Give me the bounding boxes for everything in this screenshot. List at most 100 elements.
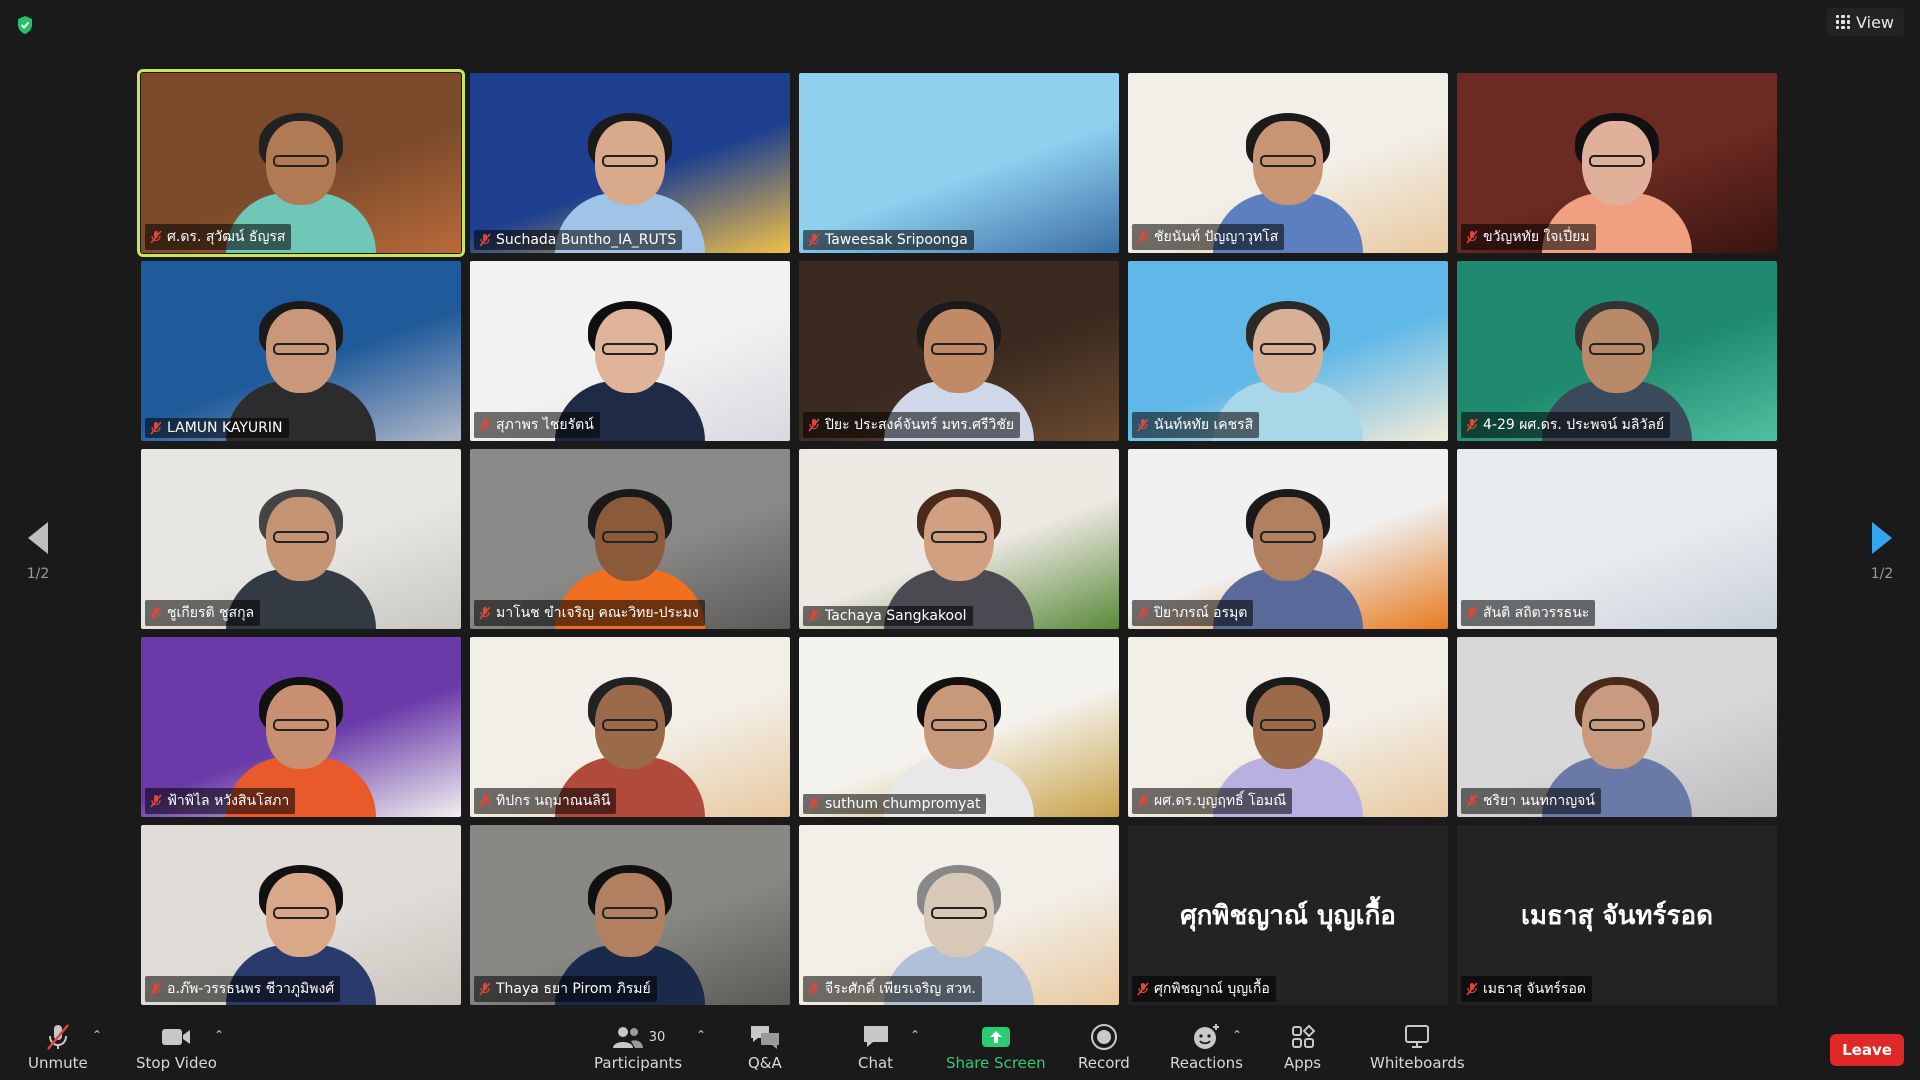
participant-name: ศ.ดร. สุวัฒน์ ธัญรส (167, 229, 286, 245)
participant-tile[interactable]: ปิยาภรณ์ อรมุต (1128, 449, 1448, 629)
view-button[interactable]: View (1826, 8, 1904, 36)
participant-tile[interactable]: LAMUN KAYURIN (141, 261, 461, 441)
zoom-meeting-window: View 1/2 1/2 ศ.ดร. สุวัฒน์ ธัญรส Suchada … (0, 0, 1920, 1080)
participant-name: Tachaya Sangkakool (825, 608, 967, 624)
participant-name-label: นันท์หทัย เคชรสิ (1132, 412, 1260, 438)
muted-mic-icon (1465, 982, 1479, 996)
participant-tile[interactable]: ชูเกียรติ ชูสกุล (141, 449, 461, 629)
participant-name: Taweesak Sripoonga (825, 232, 968, 248)
leave-button[interactable]: Leave (1830, 1034, 1904, 1066)
participant-name: จีระศักดิ์ เพียรเจริญ สวท. (825, 981, 976, 997)
participant-name-label: อ.ภ๊พ-วรรธนพร ชีวาภูมิพงศ์ (145, 976, 341, 1002)
participant-name-label: LAMUN KAYURIN (145, 418, 289, 438)
participant-tile[interactable]: จีระศักดิ์ เพียรเจริญ สวท. (799, 825, 1119, 1005)
muted-mic-icon (478, 606, 492, 620)
participant-tile[interactable]: เมธาสุ จันทร์รอด เมธาสุ จันทร์รอด (1457, 825, 1777, 1005)
participant-tile[interactable]: ชัยนันท์ ปัญญาวุทโส (1128, 73, 1448, 253)
share-screen-button[interactable]: Share Screen (946, 1022, 1046, 1072)
participant-name-label: ชัยนันท์ ปัญญาวุทโส (1132, 224, 1285, 250)
meeting-toolbar: Unmute ⌃ Stop Video ⌃ 30 Participants ⌃ … (0, 1016, 1920, 1080)
muted-mic-icon (46, 1024, 69, 1050)
participant-tile[interactable]: ทิปกร นฤมาณนลินี (470, 637, 790, 817)
participant-name-label: Thaya ธยา Pirom ภิรมย์ (474, 976, 657, 1002)
whiteboards-button[interactable]: Whiteboards (1370, 1022, 1465, 1072)
participant-tile[interactable]: นันท์หทัย เคชรสิ (1128, 261, 1448, 441)
muted-mic-icon (478, 982, 492, 996)
muted-mic-icon (1136, 982, 1150, 996)
participant-tile[interactable]: สุภาพร ไชยรัตน์ (470, 261, 790, 441)
muted-mic-icon (478, 794, 492, 808)
audio-options-caret-icon[interactable]: ⌃ (92, 1028, 102, 1042)
view-label: View (1856, 12, 1894, 32)
unmute-label: Unmute (28, 1054, 88, 1072)
page-indicator-left: 1/2 (26, 566, 50, 582)
video-gallery-grid: ศ.ดร. สุวัฒน์ ธัญรส Suchada Buntho_IA_RUT… (137, 69, 1777, 1007)
chat-icon (863, 1026, 888, 1047)
apps-label: Apps (1284, 1054, 1322, 1072)
muted-mic-icon (807, 797, 821, 811)
muted-mic-icon (1136, 230, 1150, 244)
participant-tile[interactable]: มาโนช ขำเจริญ คณะวิทย-ประมง (470, 449, 790, 629)
muted-mic-icon (149, 606, 163, 620)
unmute-button[interactable]: Unmute (28, 1022, 88, 1072)
page-indicator-right: 1/2 (1870, 566, 1894, 582)
participant-name-label: สุภาพร ไชยรัตน์ (474, 412, 600, 438)
muted-mic-icon (1465, 418, 1479, 432)
participant-tile[interactable]: ปิยะ ประสงค์จันทร์ มทร.ศรีวิชัย (799, 261, 1119, 441)
participant-tile[interactable]: Tachaya Sangkakool (799, 449, 1119, 629)
muted-mic-icon (807, 982, 821, 996)
stop-video-label: Stop Video (136, 1054, 217, 1072)
participant-name-label: เมธาสุ จันทร์รอด (1461, 976, 1592, 1002)
participant-tile[interactable]: ผศ.ดร.บุญฤทธิ์ โอมณี (1128, 637, 1448, 817)
participant-tile[interactable]: Suchada Buntho_IA_RUTS (470, 73, 790, 253)
muted-mic-icon (1136, 794, 1150, 808)
prev-page-nav[interactable]: 1/2 (18, 520, 58, 582)
participant-name-label: ศุกพิชญาณ์ บุญเกื้อ (1132, 976, 1276, 1002)
video-options-caret-icon[interactable]: ⌃ (214, 1028, 224, 1042)
participant-name: ปิยาภรณ์ อรมุต (1154, 605, 1248, 621)
muted-mic-icon (149, 982, 163, 996)
participant-tile[interactable]: สันติ สถิตวรรธนะ (1457, 449, 1777, 629)
reactions-options-caret-icon[interactable]: ⌃ (1232, 1028, 1242, 1042)
participant-tile[interactable]: ศุกพิชญาณ์ บุญเกื้อ ศุกพิชญาณ์ บุญเกื้อ (1128, 825, 1448, 1005)
participant-tile[interactable]: ฟ้าพิไล หวังสินโสภา (141, 637, 461, 817)
muted-mic-icon (1136, 606, 1150, 620)
participant-tile[interactable]: 4-29 ผศ.ดร. ประพจน์ มลิวัลย์ (1457, 261, 1777, 441)
participant-name-label: ผศ.ดร.บุญฤทธิ์ โอมณี (1132, 788, 1293, 814)
participant-tile[interactable]: Thaya ธยา Pirom ภิรมย์ (470, 825, 790, 1005)
stop-video-button[interactable]: Stop Video (136, 1022, 217, 1072)
apps-button[interactable]: Apps (1284, 1022, 1321, 1072)
participant-name: suthum chumpromyat (825, 796, 981, 812)
participant-name: ศุกพิชญาณ์ บุญเกื้อ (1154, 981, 1270, 997)
participant-tile[interactable]: ศ.ดร. สุวัฒน์ ธัญรส (137, 69, 465, 257)
participant-tile[interactable]: ขวัญหทัย ใจเปี่ยม (1457, 73, 1777, 253)
muted-mic-icon (1465, 606, 1479, 620)
participant-name-label: ชูเกียรติ ชูสกุล (145, 600, 261, 626)
participant-name-label: suthum chumpromyat (803, 794, 987, 814)
chat-options-caret-icon[interactable]: ⌃ (910, 1028, 920, 1042)
participant-tile[interactable]: อ.ภ๊พ-วรรธนพร ชีวาภูมิพงศ์ (141, 825, 461, 1005)
participant-name: ขวัญหทัย ใจเปี่ยม (1483, 229, 1590, 245)
share-screen-label: Share Screen (946, 1054, 1046, 1072)
qa-button[interactable]: Q&A (748, 1022, 782, 1072)
participant-name: อ.ภ๊พ-วรรธนพร ชีวาภูมิพงศ์ (167, 981, 335, 997)
record-button[interactable]: Record (1078, 1022, 1130, 1072)
participant-tile[interactable]: Taweesak Sripoonga (799, 73, 1119, 253)
participant-name-label: ปิยาภรณ์ อรมุต (1132, 600, 1254, 626)
participant-name: Thaya ธยา Pirom ภิรมย์ (496, 981, 651, 997)
participant-name: 4-29 ผศ.ดร. ประพจน์ มลิวัลย์ (1483, 417, 1665, 433)
participants-button[interactable]: 30 Participants (594, 1022, 682, 1072)
share-screen-icon (981, 1027, 1010, 1047)
chat-button[interactable]: Chat (858, 1022, 893, 1072)
next-page-nav[interactable]: 1/2 (1862, 520, 1902, 582)
participant-tile[interactable]: suthum chumpromyat (799, 637, 1119, 817)
participant-name: ปิยะ ประสงค์จันทร์ มทร.ศรีวิชัย (825, 417, 1015, 433)
participant-name-label: ทิปกร นฤมาณนลินี (474, 788, 617, 814)
muted-mic-icon (478, 233, 492, 247)
reactions-label: Reactions (1170, 1054, 1243, 1072)
participant-tile[interactable]: ชริยา นนทกาญจน์ (1457, 637, 1777, 817)
participants-options-caret-icon[interactable]: ⌃ (696, 1028, 706, 1042)
security-shield-icon[interactable] (14, 14, 36, 36)
participants-label: Participants (594, 1054, 683, 1072)
muted-mic-icon (149, 421, 163, 435)
